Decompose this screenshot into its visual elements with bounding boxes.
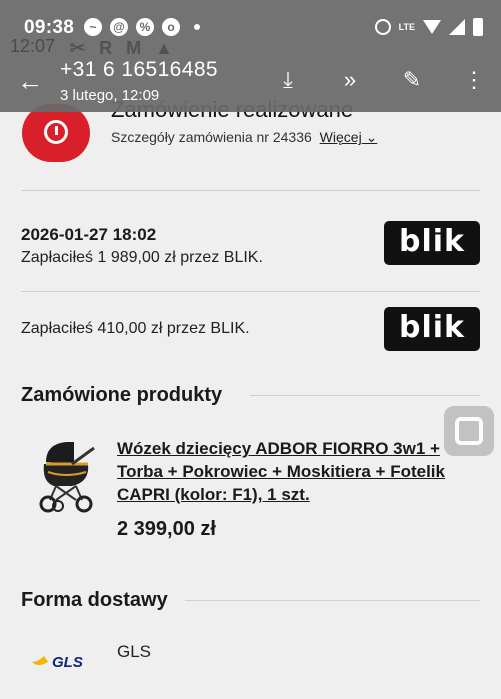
signal-icon bbox=[449, 19, 465, 35]
threads-icon: @ bbox=[110, 18, 128, 36]
notification-icons: ~ @ % o bbox=[84, 18, 200, 36]
delivery-method: GLS bbox=[117, 642, 152, 661]
messenger-icon: ~ bbox=[84, 18, 102, 36]
battery-icon bbox=[473, 18, 483, 36]
divider bbox=[21, 291, 480, 292]
more-options-icon[interactable]: ⋮ bbox=[461, 66, 487, 94]
stroller-image[interactable] bbox=[36, 434, 98, 514]
delivery-section-title: Forma dostawy bbox=[21, 589, 168, 611]
app-bar-actions: ⤓ » ✎ ⋮ bbox=[275, 66, 487, 94]
more-notifications-dot bbox=[194, 24, 200, 30]
order-status-icon bbox=[22, 104, 90, 162]
payment-text: Zapłaciłeś 410,00 zł przez BLIK. bbox=[21, 320, 250, 337]
payment-text: Zapłaciłeś 1 989,00 zł przez BLIK. bbox=[21, 249, 263, 266]
wifi-icon bbox=[423, 20, 441, 34]
blik-logo: blik bbox=[384, 307, 480, 351]
gls-logo-text: GLS bbox=[52, 654, 83, 670]
call-overlay: 09:38 ~ @ % o LTE 12:07 ✂ R M ▲ ← +31 6 … bbox=[0, 0, 501, 112]
widget-icon bbox=[455, 417, 483, 445]
screenshot: Zamówienie realizowane Szczegóły zamówie… bbox=[0, 0, 501, 699]
payment-date: 2026-01-27 18:02 bbox=[21, 225, 157, 244]
ghost-status-time: 12:07 bbox=[10, 36, 56, 56]
download-icon[interactable]: ⤓ bbox=[275, 66, 301, 94]
blik-logo: blik bbox=[384, 221, 480, 265]
clock-icon bbox=[44, 120, 68, 144]
chrome-icon: o bbox=[162, 18, 180, 36]
phone-number: +31 6 16516485 bbox=[60, 58, 219, 81]
products-section-title: Zamówione produkty bbox=[21, 384, 223, 406]
forward-icon[interactable]: » bbox=[337, 66, 363, 94]
more-link[interactable]: Więcej ⌄ bbox=[320, 129, 378, 145]
system-icons: LTE bbox=[374, 18, 483, 36]
gls-logo: GLS bbox=[32, 654, 83, 670]
product-link[interactable]: Wózek dziecięcy ADBOR FIORRO 3w1 + Torba… bbox=[117, 437, 457, 506]
call-app-bar: ← +31 6 16516485 3 lutego, 12:09 ⤓ » ✎ ⋮ bbox=[0, 56, 501, 110]
divider bbox=[250, 395, 480, 396]
order-details: Szczegóły zamówienia nr 24336 Więcej ⌄ bbox=[111, 129, 377, 146]
lte-indicator: LTE bbox=[398, 21, 415, 32]
divider bbox=[21, 190, 480, 191]
order-number-text: Szczegóły zamówienia nr 24336 bbox=[111, 129, 312, 145]
divider bbox=[185, 600, 480, 601]
product-price: 2 399,00 zł bbox=[117, 518, 216, 540]
edit-icon[interactable]: ✎ bbox=[399, 66, 425, 94]
percent-icon: % bbox=[136, 18, 154, 36]
alarm-icon bbox=[374, 19, 391, 35]
floating-widget-button[interactable] bbox=[444, 406, 494, 456]
call-date: 3 lutego, 12:09 bbox=[60, 87, 160, 104]
back-arrow-icon[interactable]: ← bbox=[14, 66, 46, 98]
